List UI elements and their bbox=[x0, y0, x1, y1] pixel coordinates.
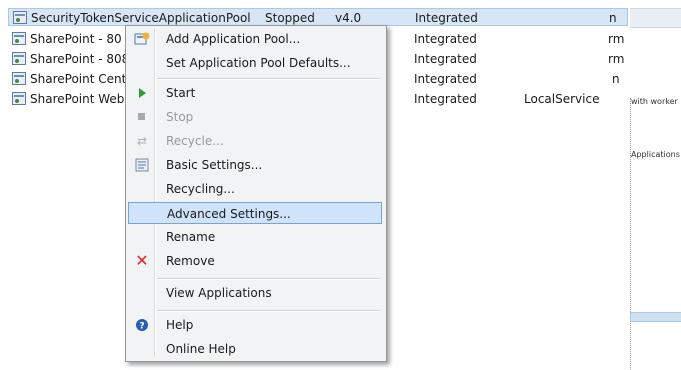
settings-icon bbox=[134, 158, 150, 172]
list-header-strip bbox=[630, 8, 681, 28]
pool-pipeline-mode: Integrated bbox=[414, 72, 477, 86]
applications-column-header[interactable]: Applications bbox=[631, 150, 680, 159]
menu-item-remove[interactable]: ✕ Remove bbox=[128, 250, 382, 272]
menu-item-basic-settings[interactable]: Basic Settings... bbox=[128, 154, 382, 176]
pool-name: SharePoint Web bbox=[30, 92, 125, 106]
app-pool-icon bbox=[12, 52, 26, 65]
pool-identity: rm bbox=[608, 32, 625, 46]
pool-pipeline-mode: Integrated bbox=[415, 11, 478, 25]
pool-identity: n bbox=[609, 11, 617, 25]
menu-separator bbox=[158, 78, 380, 80]
pool-row-security-token[interactable]: SecurityTokenServiceApplicationPool Stop… bbox=[8, 8, 628, 26]
applications-selected-cell[interactable] bbox=[630, 312, 681, 322]
svg-text:?: ? bbox=[139, 322, 144, 332]
app-pool-icon bbox=[12, 32, 26, 45]
stop-icon bbox=[134, 110, 150, 124]
menu-separator bbox=[158, 278, 380, 280]
menu-item-rename[interactable]: Rename bbox=[128, 226, 382, 248]
recycle-icon: ⇄ bbox=[136, 134, 148, 148]
pool-identity: n bbox=[612, 72, 620, 86]
pool-identity: rm bbox=[608, 52, 625, 66]
menu-item-view-applications[interactable]: View Applications bbox=[128, 282, 382, 304]
pool-pipeline-mode: Integrated bbox=[414, 92, 477, 106]
menu-item-recycle[interactable]: ⇄ Recycle... bbox=[128, 130, 382, 152]
pool-identity: LocalService bbox=[524, 92, 600, 106]
app-pool-icon bbox=[12, 72, 26, 85]
menu-separator bbox=[158, 310, 380, 312]
pool-name: SharePoint Cent bbox=[30, 72, 127, 86]
menu-item-help[interactable]: ? Help bbox=[128, 314, 382, 336]
menu-item-stop[interactable]: Stop bbox=[128, 106, 382, 128]
menu-item-set-pool-defaults[interactable]: Set Application Pool Defaults... bbox=[128, 52, 382, 74]
menu-item-start[interactable]: Start bbox=[128, 82, 382, 104]
pool-pipeline-mode: Integrated bbox=[414, 52, 477, 66]
menu-item-recycling[interactable]: Recycling... bbox=[128, 178, 382, 200]
menu-item-online-help[interactable]: Online Help bbox=[128, 338, 382, 360]
pool-name: SharePoint - 80 bbox=[30, 32, 122, 46]
app-pool-icon bbox=[13, 11, 27, 24]
help-icon: ? bbox=[134, 318, 150, 332]
context-menu: Add Application Pool... Set Application … bbox=[125, 25, 387, 362]
app-pool-icon bbox=[12, 92, 26, 105]
add-pool-icon bbox=[134, 32, 150, 46]
pool-pipeline-mode: Integrated bbox=[414, 32, 477, 46]
worker-process-text: with worker bbox=[631, 97, 678, 106]
menu-item-add-application-pool[interactable]: Add Application Pool... bbox=[128, 28, 382, 50]
pool-name: SharePoint - 808 bbox=[30, 52, 130, 66]
menu-item-advanced-settings[interactable]: Advanced Settings... bbox=[128, 202, 382, 224]
start-icon bbox=[134, 86, 150, 100]
remove-icon: ✕ bbox=[135, 251, 149, 270]
applications-column-divider bbox=[630, 98, 632, 370]
